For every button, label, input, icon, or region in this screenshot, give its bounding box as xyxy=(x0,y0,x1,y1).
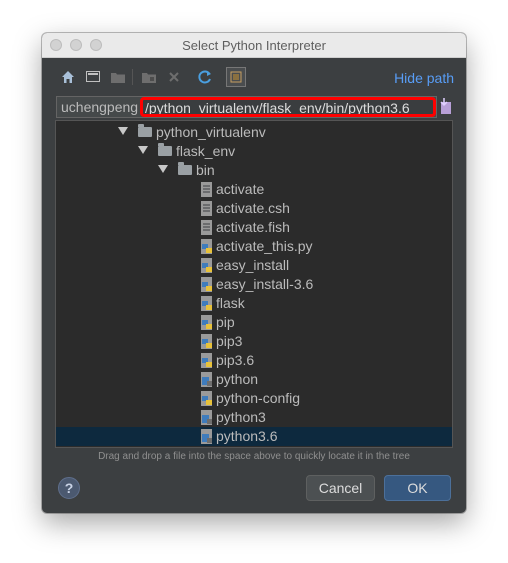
title-bar: Select Python Interpreter xyxy=(42,33,466,58)
tree-file-label: easy_install-3.6 xyxy=(216,276,314,292)
tree-file-label: activate.fish xyxy=(216,219,290,235)
desktop-icon[interactable] xyxy=(83,67,103,87)
tree-file-label: pip3 xyxy=(216,333,243,349)
tree-file-row[interactable]: pip xyxy=(56,313,452,332)
path-input[interactable]: uchengpeng /python_virtualenv/flask_env/… xyxy=(56,96,437,118)
python-file-icon xyxy=(201,315,212,330)
home-icon[interactable] xyxy=(58,67,78,87)
folder-icon xyxy=(138,124,152,137)
python-exec-icon xyxy=(201,429,212,444)
window-title: Select Python Interpreter xyxy=(182,38,326,53)
tree-file-label: python3.6 xyxy=(216,428,278,444)
refresh-icon[interactable] xyxy=(195,67,215,87)
cancel-button[interactable]: Cancel xyxy=(306,475,375,501)
path-highlight-box: /python_virtualenv/flask_env/bin/python3… xyxy=(140,97,436,117)
tree-file-row[interactable]: python xyxy=(56,370,452,389)
tree-file-row[interactable]: python3 xyxy=(56,408,452,427)
expand-arrow-icon[interactable] xyxy=(118,127,128,135)
new-folder-icon[interactable] xyxy=(139,67,159,87)
tree-file-row[interactable]: easy_install xyxy=(56,256,452,275)
tree-file-label: python3 xyxy=(216,409,266,425)
show-hidden-files-icon[interactable] xyxy=(226,67,246,87)
tree-file-row[interactable]: easy_install-3.6 xyxy=(56,275,452,294)
tree-file-label: activate.csh xyxy=(216,200,290,216)
tree-file-row[interactable]: flask xyxy=(56,294,452,313)
python-file-icon xyxy=(201,334,212,349)
tree-file-label: activate xyxy=(216,181,265,197)
folder-icon xyxy=(158,143,172,156)
tree-file-label: easy_install xyxy=(216,257,290,273)
python-file-icon xyxy=(201,258,212,273)
text-file-icon xyxy=(201,220,212,235)
python-file-icon xyxy=(201,296,212,311)
tree-file-label: activate_this.py xyxy=(216,238,313,254)
tree-folder-label: python_virtualenv xyxy=(156,124,266,140)
text-file-icon xyxy=(201,201,212,216)
expand-arrow-icon[interactable] xyxy=(158,165,168,173)
path-highlighted-text: /python_virtualenv/flask_env/bin/python3… xyxy=(145,100,410,116)
tree-folder-label: flask_env xyxy=(176,143,236,159)
select-interpreter-dialog: Select Python Interpreter Hide path uche… xyxy=(42,33,466,513)
folder-icon xyxy=(178,162,192,175)
tree-file-row[interactable]: python-config xyxy=(56,389,452,408)
tree-file-row[interactable]: pip3 xyxy=(56,332,452,351)
expand-arrow-icon[interactable] xyxy=(138,146,148,154)
path-history-icon[interactable] xyxy=(439,97,455,117)
python-file-icon xyxy=(201,239,212,254)
tree-file-row[interactable]: activate.fish xyxy=(56,218,452,237)
tree-file-row[interactable]: pip3.6 xyxy=(56,351,452,370)
tree-file-label: python xyxy=(216,371,259,387)
tree-file-row-selected[interactable]: python3.6 xyxy=(56,427,452,446)
delete-icon[interactable] xyxy=(164,67,184,87)
tree-row-bin[interactable]: bin xyxy=(56,161,452,180)
tree-row-python-virtualenv[interactable]: python_virtualenv xyxy=(56,123,452,142)
tree-file-row[interactable]: activate_this.py xyxy=(56,237,452,256)
help-button[interactable]: ? xyxy=(58,477,80,499)
text-file-icon xyxy=(201,182,212,197)
file-tree[interactable]: python_virtualenv flask_env bin activate… xyxy=(55,120,453,448)
project-folder-icon[interactable] xyxy=(108,67,128,87)
tree-file-row[interactable]: activate.csh xyxy=(56,199,452,218)
tree-file-label: python-config xyxy=(216,390,301,406)
tree-file-label: flask xyxy=(216,295,245,311)
python-file-icon xyxy=(201,353,212,368)
tree-file-label: pip3.6 xyxy=(216,352,255,368)
path-prefix: uchengpeng xyxy=(61,99,139,115)
python-exec-icon xyxy=(201,410,212,425)
python-exec-icon xyxy=(201,372,212,387)
tree-file-label: pip xyxy=(216,314,235,330)
toolbar-divider xyxy=(132,69,133,85)
tree-folder-label: bin xyxy=(196,162,215,178)
python-file-icon xyxy=(201,277,212,292)
ok-button[interactable]: OK xyxy=(384,475,451,501)
hide-path-link[interactable]: Hide path xyxy=(394,70,454,86)
tree-row-flask-env[interactable]: flask_env xyxy=(56,142,452,161)
drag-drop-hint: Drag and drop a file into the space abov… xyxy=(98,451,410,462)
tree-file-row[interactable]: activate xyxy=(56,180,452,199)
python-file-icon xyxy=(201,391,212,406)
